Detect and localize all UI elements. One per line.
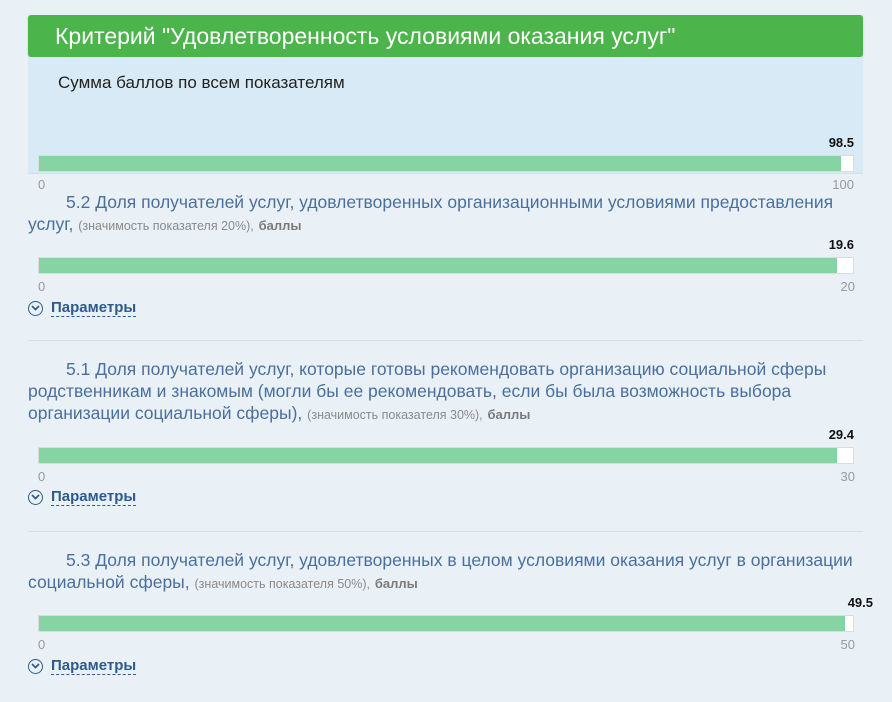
indicator-bar-fill [39, 258, 837, 273]
indicator-title: 5.3 Доля получателей услуг, удовлетворен… [28, 549, 858, 595]
indicator-bar-fill [39, 448, 837, 463]
indicator-section: 5.3 Доля получателей услуг, удовлетворен… [28, 531, 873, 702]
params-link[interactable]: Параметры [51, 657, 137, 675]
indicator-bar-track [38, 447, 854, 464]
params-link[interactable]: Параметры [51, 299, 137, 317]
indicator-unit: баллы [258, 218, 302, 233]
indicator-unit: баллы [374, 576, 418, 591]
params-toggle[interactable]: Параметры [28, 657, 137, 675]
indicator-value: 49.5 [847, 595, 873, 610]
params-link[interactable]: Параметры [51, 488, 137, 506]
indicator-max: 20 [840, 279, 855, 294]
indicator-section: 5.1 Доля получателей услуг, которые гото… [28, 340, 863, 531]
criterion-panel: Критерий "Удовлетворенность условиями ок… [28, 15, 873, 702]
indicator-max: 30 [840, 469, 855, 484]
criterion-header: Критерий "Удовлетворенность условиями ок… [28, 15, 863, 57]
indicator-weight: (значимость показателя 30%), [307, 408, 483, 422]
indicator-title: 5.2 Доля получателей услуг, удовлетворен… [28, 191, 858, 237]
chevron-down-circle-icon [28, 658, 43, 674]
indicator-bar-track [38, 257, 854, 274]
indicator-title-text: 5.3 Доля получателей услуг, удовлетворен… [28, 550, 853, 592]
indicator-title: 5.1 Доля получателей услуг, которые гото… [28, 358, 858, 426]
criterion-title: Критерий "Удовлетворенность условиями ок… [55, 23, 676, 49]
params-toggle[interactable]: Параметры [28, 488, 137, 506]
summary-value: 98.5 [828, 135, 854, 150]
indicator-unit: баллы [487, 407, 531, 422]
chevron-down-circle-icon [28, 489, 43, 505]
indicator-min: 0 [38, 469, 46, 484]
indicator-value: 19.6 [828, 237, 854, 252]
indicator-section: 5.2 Доля получателей услуг, удовлетворен… [28, 173, 863, 340]
summary-label: Сумма баллов по всем показателям [58, 73, 345, 92]
chevron-down-circle-icon [28, 300, 43, 316]
indicator-min: 0 [38, 637, 46, 652]
summary-bar-fill [39, 156, 841, 171]
indicator-bar-fill [39, 616, 845, 631]
params-toggle[interactable]: Параметры [28, 299, 137, 317]
indicator-weight: (значимость показателя 20%), [78, 219, 254, 233]
summary-bar-track [38, 155, 854, 172]
summary-block: Сумма баллов по всем показателям 98.5 0 … [28, 57, 863, 192]
indicator-max: 50 [840, 637, 855, 652]
indicator-min: 0 [38, 279, 46, 294]
indicator-value: 29.4 [828, 427, 854, 442]
indicator-bar-track [38, 615, 854, 632]
indicator-weight: (значимость показателя 50%), [194, 577, 370, 591]
